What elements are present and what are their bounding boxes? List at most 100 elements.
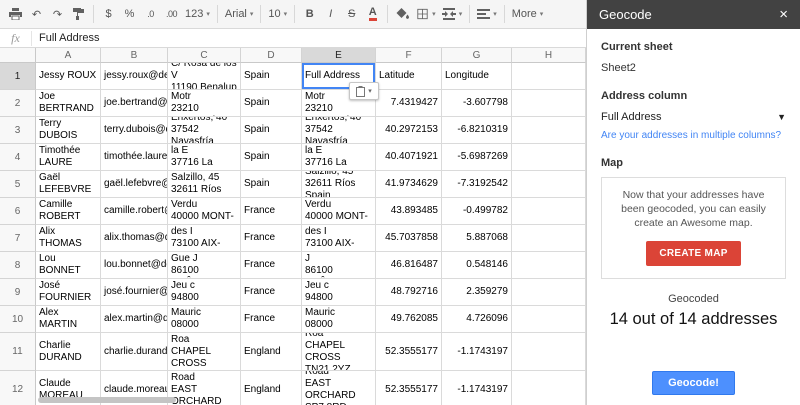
column-header-A[interactable]: A (36, 48, 101, 63)
paint-format-button[interactable] (68, 3, 89, 25)
cell-A8[interactable]: Lou BONNET (36, 252, 101, 279)
row-header-4[interactable]: 4 (0, 144, 36, 171)
row-header-8[interactable]: 8 (0, 252, 36, 279)
formula-input[interactable]: Full Address (32, 32, 586, 44)
cell-C2[interactable]: Ctra. Bailén-Motr 23210 Guarromá (168, 90, 241, 117)
number-format-button[interactable]: 123▾ (182, 3, 213, 25)
column-header-B[interactable]: B (101, 48, 168, 63)
column-header-E[interactable]: E (302, 48, 376, 63)
cell-E11[interactable]: 6 Peachfield Roa CHAPEL CROSS TN21 2YZ E… (302, 333, 376, 371)
text-color-button[interactable]: A (362, 3, 383, 25)
cell-C3[interactable]: Enxertos, 40 37542 Navasfría (168, 117, 241, 144)
cell-B10[interactable]: alex.martin@der (101, 306, 168, 333)
row-header-5[interactable]: 5 (0, 171, 36, 198)
cell-F11[interactable]: 52.3555177 (376, 333, 442, 371)
row-header-1[interactable]: 1 (0, 63, 36, 90)
cell-E4[interactable]: Visitación de la E 37716 La Hoya S (302, 144, 376, 171)
cell-G7[interactable]: 5.887068 (442, 225, 512, 252)
column-header-F[interactable]: F (376, 48, 442, 63)
cell-H1[interactable] (512, 63, 586, 90)
geocode-button[interactable]: Geocode! (652, 371, 735, 395)
column-header-D[interactable]: D (241, 48, 302, 63)
cell-B1[interactable]: jessy.roux@dem (101, 63, 168, 90)
redo-button[interactable]: ↷ (47, 3, 68, 25)
row-header-10[interactable]: 10 (0, 306, 36, 333)
cell-E10[interactable]: 57, place Mauric 08000 CHARLEV (302, 306, 376, 333)
cell-G1[interactable]: Longitude (442, 63, 512, 90)
cell-C1[interactable]: C/ Rosa de los V 11190 Benalup (168, 63, 241, 90)
create-map-button[interactable]: CREATE MAP (646, 241, 740, 266)
more-button[interactable]: More▾ (509, 3, 547, 25)
cell-B7[interactable]: alix.thomas@der (101, 225, 168, 252)
cell-A1[interactable]: Jessy ROUX (36, 63, 101, 90)
fill-color-button[interactable] (392, 3, 413, 25)
cell-C4[interactable]: Visitación de la E 37716 La Hoya (168, 144, 241, 171)
cell-C6[interactable]: 54, Rue de Verdu 40000 MONT-DE (168, 198, 241, 225)
address-column-select[interactable]: Full Address ▼ (601, 111, 786, 123)
cell-F4[interactable]: 40.4071921 (376, 144, 442, 171)
cell-F7[interactable]: 45.7037858 (376, 225, 442, 252)
cell-D4[interactable]: Spain (241, 144, 302, 171)
cell-H3[interactable] (512, 117, 586, 144)
cell-C7[interactable]: 84, Chemin des I 73100 AIX-LES-I (168, 225, 241, 252)
cell-D8[interactable]: France (241, 252, 302, 279)
row-header-12[interactable]: 12 (0, 371, 36, 405)
cell-D6[interactable]: France (241, 198, 302, 225)
cell-G11[interactable]: -1.1743197 (442, 333, 512, 371)
italic-button[interactable]: I (320, 3, 341, 25)
cell-E3[interactable]: Enxertos, 40 37542 Navasfría (302, 117, 376, 144)
row-header-11[interactable]: 11 (0, 333, 36, 371)
cell-G2[interactable]: -3.607798 (442, 90, 512, 117)
row-header-3[interactable]: 3 (0, 117, 36, 144)
cell-A6[interactable]: Camille ROBERT (36, 198, 101, 225)
cell-C10[interactable]: 57, place Mauric 08000 CHARLEV (168, 306, 241, 333)
cell-D12[interactable]: England (241, 371, 302, 405)
cell-C8[interactable]: 62, rue du Gue J 86100 CHÂTELL (168, 252, 241, 279)
cell-D9[interactable]: France (241, 279, 302, 306)
grid-corner[interactable] (0, 48, 36, 63)
cell-F8[interactable]: 46.816487 (376, 252, 442, 279)
cell-A10[interactable]: Alex MARTIN (36, 306, 101, 333)
row-header-6[interactable]: 6 (0, 198, 36, 225)
cell-C5[interactable]: Salzillo, 45 32611 Ríos (168, 171, 241, 198)
cell-D7[interactable]: France (241, 225, 302, 252)
cell-H9[interactable] (512, 279, 586, 306)
cell-B2[interactable]: joe.bertrand@de (101, 90, 168, 117)
borders-button[interactable]: ▾ (413, 3, 439, 25)
cell-G9[interactable]: 2.359279 (442, 279, 512, 306)
cell-D2[interactable]: Spain (241, 90, 302, 117)
cell-B9[interactable]: josé.fournier@d (101, 279, 168, 306)
format-currency-button[interactable]: $ (98, 3, 119, 25)
strikethrough-button[interactable]: S (341, 3, 362, 25)
cell-A5[interactable]: Gaël LEFEBVRE (36, 171, 101, 198)
cell-H8[interactable] (512, 252, 586, 279)
cell-H12[interactable] (512, 371, 586, 405)
cell-E9[interactable]: 9, Place du Jeu c 94800 VILLEJUIF (302, 279, 376, 306)
cell-A7[interactable]: Alix THOMAS (36, 225, 101, 252)
cell-H6[interactable] (512, 198, 586, 225)
cell-F1[interactable]: Latitude (376, 63, 442, 90)
cell-A9[interactable]: José FOURNIER (36, 279, 101, 306)
row-header-7[interactable]: 7 (0, 225, 36, 252)
cell-D5[interactable]: Spain (241, 171, 302, 198)
increase-decimals-button[interactable]: .00 (161, 3, 182, 25)
cell-F2[interactable]: 7.4319427 (376, 90, 442, 117)
column-header-C[interactable]: C (168, 48, 241, 63)
cell-H7[interactable] (512, 225, 586, 252)
cell-G5[interactable]: -7.3192542 (442, 171, 512, 198)
cell-F10[interactable]: 49.762085 (376, 306, 442, 333)
paste-options-button[interactable]: ▾ (349, 82, 379, 100)
cell-A2[interactable]: Joe BERTRAND (36, 90, 101, 117)
cell-G4[interactable]: -5.6987269 (442, 144, 512, 171)
cell-H5[interactable] (512, 171, 586, 198)
cell-F6[interactable]: 43.893485 (376, 198, 442, 225)
multiple-columns-link[interactable]: Are your addresses in multiple columns? (601, 130, 786, 141)
cell-A3[interactable]: Terry DUBOIS (36, 117, 101, 144)
column-header-H[interactable]: H (512, 48, 586, 63)
cell-G12[interactable]: -1.1743197 (442, 371, 512, 405)
cell-B4[interactable]: timothée.laurent (101, 144, 168, 171)
cell-E12[interactable]: 42 Ockham Road EAST ORCHARD SP7 8RD Engl… (302, 371, 376, 405)
cell-B5[interactable]: gaël.lefebvre@d (101, 171, 168, 198)
cell-E6[interactable]: 54, Rue de Verdu 40000 MONT-DE (302, 198, 376, 225)
cell-D1[interactable]: Spain (241, 63, 302, 90)
